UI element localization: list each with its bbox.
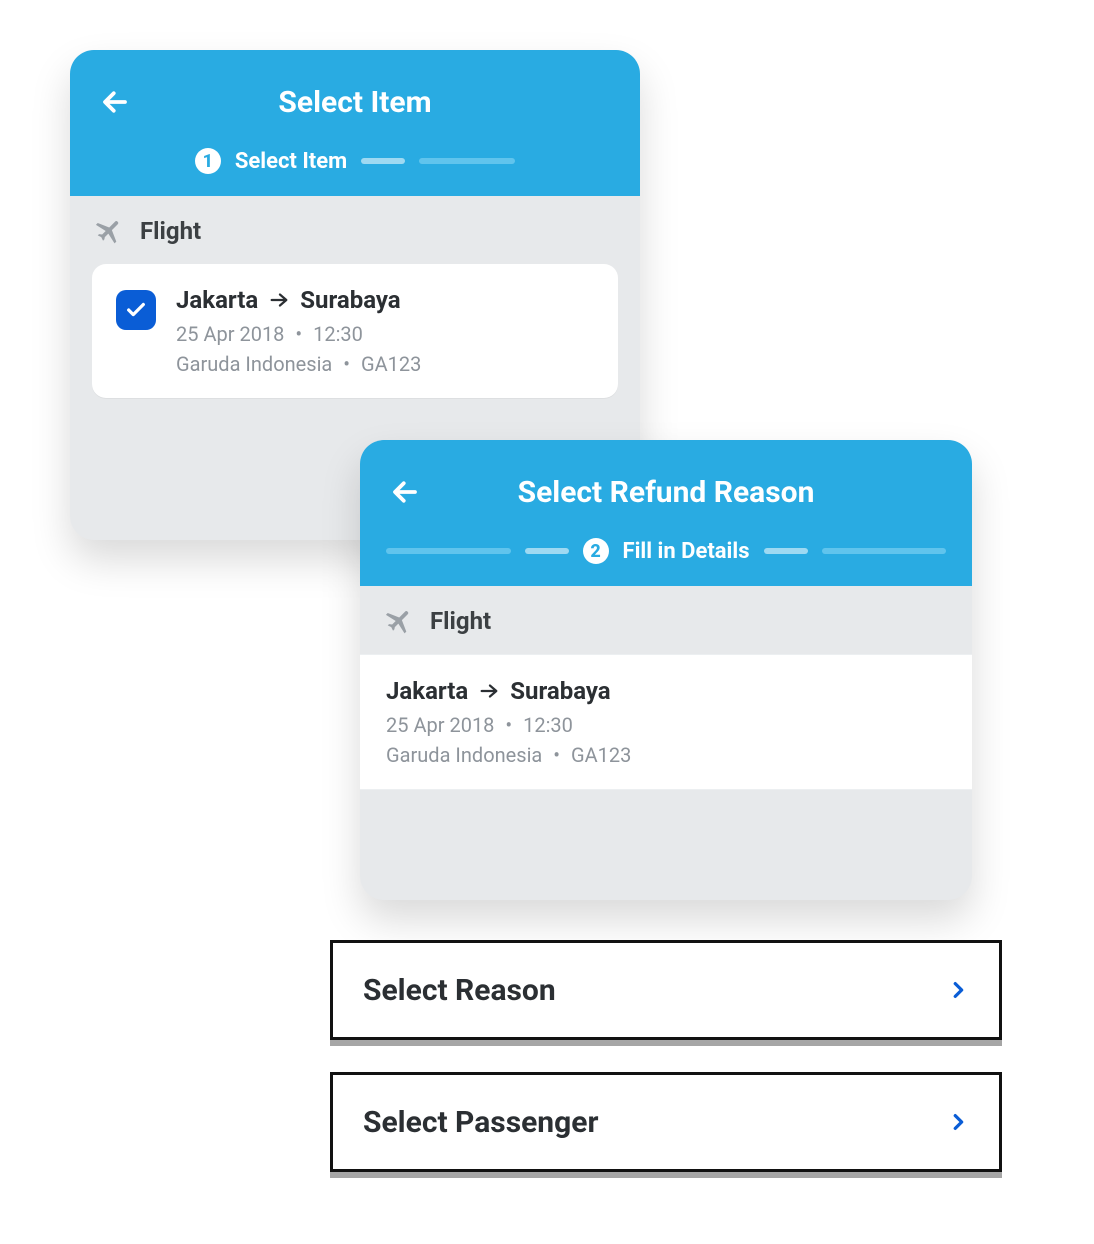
section-label: Flight — [430, 607, 491, 635]
stepper-divider — [764, 548, 808, 554]
screen-header: Select Refund Reason 2 Fill in Details — [360, 440, 972, 586]
flight-to: Surabaya — [300, 286, 400, 314]
flight-airline-line: Garuda Indonesia • GA123 — [386, 743, 631, 767]
back-button[interactable] — [386, 473, 424, 511]
step-label: Select Item — [235, 149, 347, 174]
flight-summary-card: Jakarta Surabaya 25 Apr 2018 • 12:30 Gar… — [360, 654, 972, 790]
chevron-right-icon — [947, 979, 969, 1001]
flight-time: 12:30 — [523, 713, 573, 737]
flight-datetime: 25 Apr 2018 • 12:30 — [176, 322, 421, 346]
select-refund-reason-screen: Select Refund Reason 2 Fill in Details F… — [360, 440, 972, 900]
header-top: Select Item — [96, 76, 614, 128]
flight-checkbox[interactable] — [116, 290, 156, 330]
arrow-left-icon — [390, 477, 420, 507]
section-label: Flight — [140, 217, 201, 245]
dot-separator: • — [289, 322, 308, 346]
flight-airline: Garuda Indonesia — [386, 743, 542, 767]
stepper-divider — [525, 548, 569, 554]
select-reason-row[interactable]: Select Reason — [330, 940, 1002, 1040]
flight-airline: Garuda Indonesia — [176, 352, 332, 376]
flight-datetime: 25 Apr 2018 • 12:30 — [386, 713, 631, 737]
back-button[interactable] — [96, 83, 134, 121]
flight-info: Jakarta Surabaya 25 Apr 2018 • 12:30 Gar… — [386, 677, 631, 767]
flight-from: Jakarta — [176, 286, 258, 314]
dot-separator: • — [499, 713, 518, 737]
stepper: 2 Fill in Details — [386, 518, 946, 586]
dot-separator: • — [547, 743, 566, 767]
flight-date: 25 Apr 2018 — [386, 713, 494, 737]
flight-airline-line: Garuda Indonesia • GA123 — [176, 352, 421, 376]
header-top: Select Refund Reason — [386, 466, 946, 518]
select-reason-label: Select Reason — [363, 973, 556, 1008]
airplane-icon — [386, 606, 416, 636]
check-icon — [125, 299, 147, 321]
stepper-prev-segment — [386, 548, 511, 554]
step-number-badge: 2 — [583, 538, 609, 564]
dot-separator: • — [337, 352, 356, 376]
flight-time: 12:30 — [313, 322, 363, 346]
section-header-flight: Flight — [70, 196, 640, 264]
flight-from: Jakarta — [386, 677, 468, 705]
flight-route: Jakarta Surabaya — [386, 677, 631, 705]
arrow-right-icon — [268, 289, 290, 311]
flight-code: GA123 — [361, 352, 421, 376]
stepper-next-segment — [822, 548, 947, 554]
flight-to: Surabaya — [510, 677, 610, 705]
airplane-icon — [96, 216, 126, 246]
stepper-divider — [361, 158, 405, 164]
page-title: Select Refund Reason — [424, 475, 908, 510]
screen-header: Select Item 1 Select Item — [70, 50, 640, 196]
flight-date: 25 Apr 2018 — [176, 322, 284, 346]
select-passenger-label: Select Passenger — [363, 1105, 598, 1140]
chevron-right-icon — [947, 1111, 969, 1133]
stepper-next-segment — [419, 158, 515, 164]
arrow-right-icon — [478, 680, 500, 702]
select-passenger-row[interactable]: Select Passenger — [330, 1072, 1002, 1172]
step-label: Fill in Details — [623, 539, 750, 564]
arrow-left-icon — [100, 87, 130, 117]
flight-info: Jakarta Surabaya 25 Apr 2018 • 12:30 Gar… — [176, 286, 421, 376]
flight-option-card[interactable]: Jakarta Surabaya 25 Apr 2018 • 12:30 Gar… — [92, 264, 618, 398]
flight-route: Jakarta Surabaya — [176, 286, 421, 314]
stepper: 1 Select Item — [96, 128, 614, 196]
page-title: Select Item — [134, 85, 576, 120]
step-number-badge: 1 — [195, 148, 221, 174]
flight-code: GA123 — [571, 743, 631, 767]
section-header-flight: Flight — [360, 586, 972, 654]
